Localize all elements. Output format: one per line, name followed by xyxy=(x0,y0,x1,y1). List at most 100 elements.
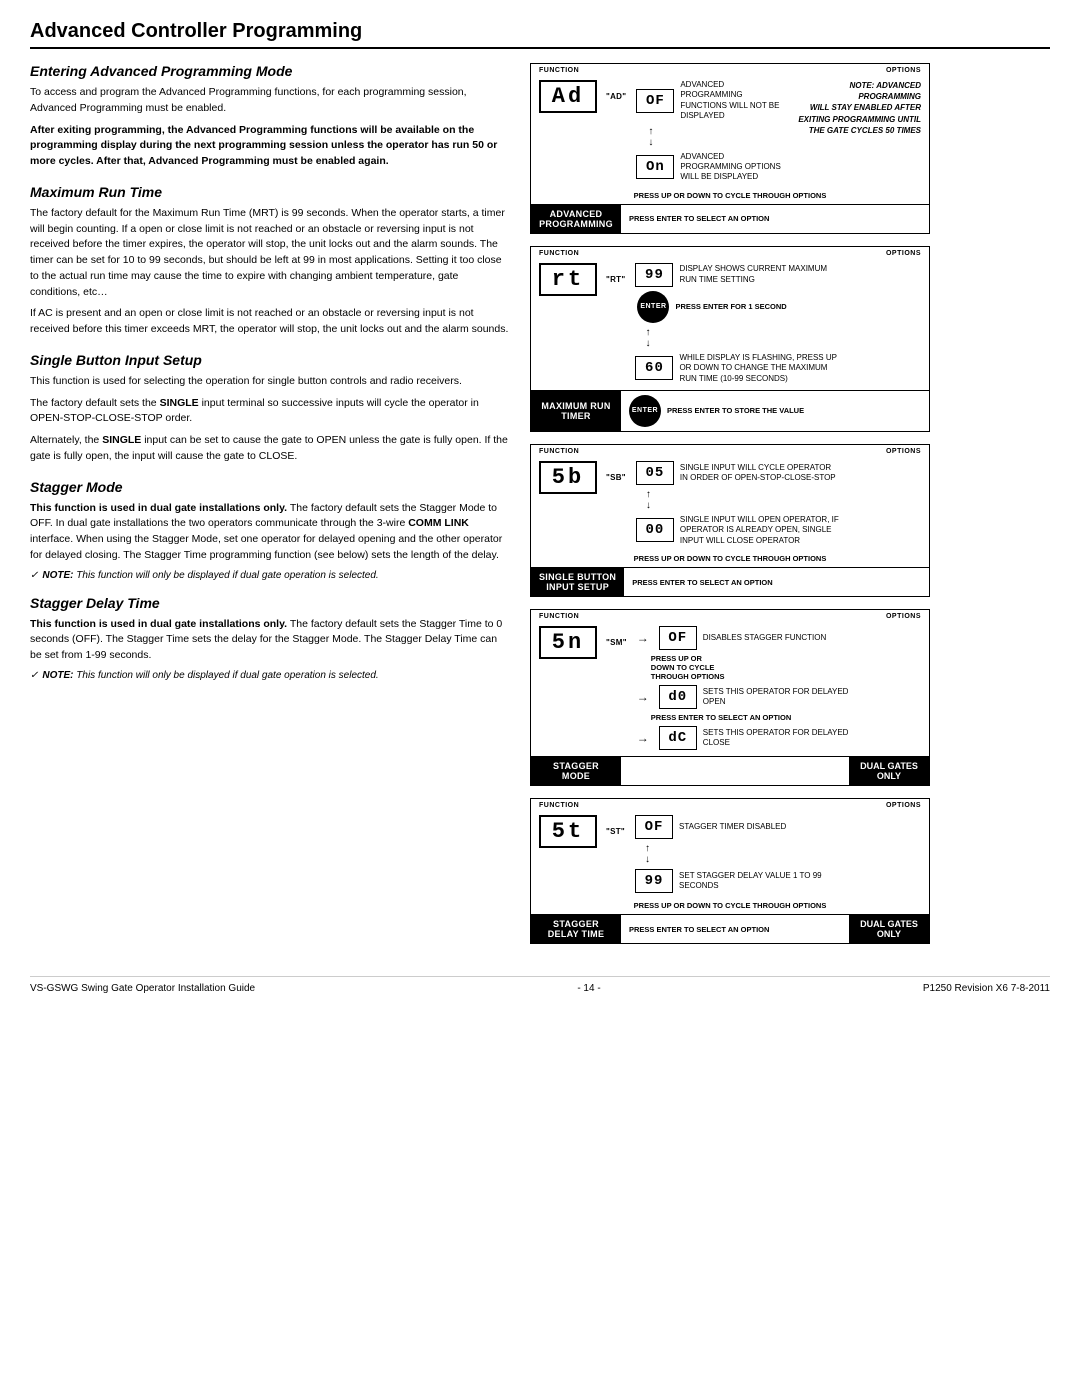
page-title: Advanced Controller Programming xyxy=(30,20,1050,49)
diag-5-footer-left: STAGGERDELAY TIME xyxy=(531,915,621,943)
diag-1-opt-1: OF ADVANCED PROGRAMMING FUNCTIONS WILL N… xyxy=(636,80,781,122)
section-body-sbi-2: The factory default sets the SINGLE inpu… xyxy=(30,396,510,428)
diag-2-func-row: rt "RT" xyxy=(539,263,625,296)
diag-4-opt-3-display: dC xyxy=(659,726,697,750)
diag-1-arrow-down: ↑ ↓ xyxy=(636,126,781,148)
diag-1-options: OF ADVANCED PROGRAMMING FUNCTIONS WILL N… xyxy=(636,80,781,183)
diagram-4-header: FUNCTION OPTIONS xyxy=(531,610,929,620)
left-column: Entering Advanced Programming Mode To ac… xyxy=(30,63,510,956)
diag-1-press-instr: PRESS UP OR DOWN TO CYCLE THROUGH OPTION… xyxy=(531,189,929,204)
diag-1-opt-2-display: On xyxy=(636,155,674,179)
diag-4-func-code: "SM" xyxy=(606,638,627,647)
diagram-sdt: FUNCTION OPTIONS 5t "ST" OF STAGG xyxy=(530,798,930,944)
diag-4-opt-3-text: SETS THIS OPERATOR FOR DELAYED CLOSE xyxy=(703,728,863,749)
diagram-3-header: FUNCTION OPTIONS xyxy=(531,445,929,455)
diag-1-note-italic: NOTE: ADVANCED PROGRAMMINGWILL STAY ENAB… xyxy=(791,80,921,136)
diag-1-footer-left: ADVANCEDPROGRAMMING xyxy=(531,205,621,233)
diag-5-vert-arrows: ↑ ↓ xyxy=(635,843,921,865)
diag-3-options: 05 SINGLE INPUT WILL CYCLE OPERATOR IN O… xyxy=(636,461,921,546)
diagram-2-inner: rt "RT" 99 DISPLAY SHOWS CURRENT MAXIMUM… xyxy=(531,257,929,390)
diag-3-left: 5b "SB" xyxy=(539,461,626,494)
diag-3-vert-arrows: ↑ ↓ xyxy=(636,489,921,511)
diag-4-func-display: 5n xyxy=(539,626,597,659)
diagram-advanced-programming: FUNCTION OPTIONS Ad "AD" OF ADVAN xyxy=(530,63,930,234)
diag-4-opt-2-text: SETS THIS OPERATOR FOR DELAYED OPEN xyxy=(703,687,863,708)
diag-5-func-row: 5t "ST" xyxy=(539,815,625,848)
diag-5-options: OF STAGGER TIMER DISABLED ↑ ↓ 99 SET STA… xyxy=(635,815,921,893)
opts-label-4: OPTIONS xyxy=(886,613,921,620)
diag-3-footer-right: PRESS ENTER TO SELECT AN OPTION xyxy=(624,568,929,596)
note-sdt: ✓ NOTE: This function will only be displ… xyxy=(30,670,510,681)
diag-5-left: 5t "ST" xyxy=(539,815,625,848)
diagram-5-header: FUNCTION OPTIONS xyxy=(531,799,929,809)
diag-2-footer-enter[interactable]: ENTER xyxy=(629,395,661,427)
diag-5-opt-2: 99 SET STAGGER DELAY VALUE 1 TO 99 SECON… xyxy=(635,869,921,893)
diag-4-opt-2-display: d0 xyxy=(659,685,697,709)
diag-1-footer-right: PRESS ENTER TO SELECT AN OPTION xyxy=(621,205,929,233)
diag-4-footer: STAGGERMODE DUAL GATESONLY xyxy=(531,756,929,785)
diag-4-footer-mid xyxy=(621,757,849,785)
diag-2-options: 99 DISPLAY SHOWS CURRENT MAXIMUM RUN TIM… xyxy=(635,263,921,384)
diag-2-opt-1-display: 99 xyxy=(635,263,673,287)
diag-3-opt-1: 05 SINGLE INPUT WILL CYCLE OPERATOR IN O… xyxy=(636,461,921,485)
footer-center: - 14 - xyxy=(577,983,600,994)
diag-2-footer: MAXIMUM RUNTIMER ENTER PRESS ENTER TO ST… xyxy=(531,390,929,431)
diag-2-func-code: "RT" xyxy=(606,275,625,284)
diag-4-footer-left: STAGGERMODE xyxy=(531,757,621,785)
right-column: FUNCTION OPTIONS Ad "AD" OF ADVAN xyxy=(530,63,930,956)
diag-4-opt-1-display: OF xyxy=(659,626,697,650)
diag-5-opt-1: OF STAGGER TIMER DISABLED xyxy=(635,815,921,839)
diagram-1-header: FUNCTION OPTIONS xyxy=(531,64,929,74)
diag-1-func-code: "AD" xyxy=(606,92,626,101)
diag-2-enter-btn[interactable]: ENTER xyxy=(637,291,669,323)
diag-4-opt-1: → OF DISABLES STAGGER FUNCTION xyxy=(637,626,921,650)
diag-4-opt-1-text: DISABLES STAGGER FUNCTION xyxy=(703,633,826,643)
diag-1-footer: ADVANCEDPROGRAMMING PRESS ENTER TO SELEC… xyxy=(531,204,929,233)
section-heading-entering: Entering Advanced Programming Mode xyxy=(30,63,510,79)
diag-2-arrows: ↑ ↓ xyxy=(643,327,652,349)
diagram-4-inner: 5n "SM" → OF DISABLES STAGGER FUNCTION P… xyxy=(531,620,929,756)
diag-5-func-code: "ST" xyxy=(606,827,625,836)
diag-1-vert-arrows: ↑ ↓ xyxy=(646,126,655,148)
diag-3-func-code: "SB" xyxy=(606,473,626,482)
section-body-sbi-1: This function is used for selecting the … xyxy=(30,374,510,390)
diagram-1-inner: Ad "AD" OF ADVANCED PROGRAMMING FUNCTION… xyxy=(531,74,929,189)
diag-5-press-instr: PRESS UP OR DOWN TO CYCLE THROUGH OPTION… xyxy=(531,899,929,914)
diag-5-opt-1-text: STAGGER TIMER DISABLED xyxy=(679,822,786,832)
diag-3-opt-2-display: 00 xyxy=(636,518,674,542)
section-heading-sdt: Stagger Delay Time xyxy=(30,595,510,611)
footer-left: VS-GSWG Swing Gate Operator Installation… xyxy=(30,983,255,994)
diag-5-func-display: 5t xyxy=(539,815,597,848)
section-body-mrt-1: The factory default for the Maximum Run … xyxy=(30,206,510,301)
func-label-2: FUNCTION xyxy=(539,250,579,257)
diag-3-func-display: 5b xyxy=(539,461,597,494)
section-body-stagger-1: This function is used in dual gate insta… xyxy=(30,501,510,564)
footer-right: P1250 Revision X6 7-8-2011 xyxy=(923,983,1050,994)
section-body-entering-2: After exiting programming, the Advanced … xyxy=(30,123,510,170)
diag-4-opt-3: → dC SETS THIS OPERATOR FOR DELAYED CLOS… xyxy=(637,726,921,750)
diag-3-opt-1-display: 05 xyxy=(636,461,674,485)
diag-2-opt-2-display: 60 xyxy=(635,356,673,380)
diag-2-opt-1: 99 DISPLAY SHOWS CURRENT MAXIMUM RUN TIM… xyxy=(635,263,921,287)
section-body-entering-1: To access and program the Advanced Progr… xyxy=(30,85,510,117)
section-body-mrt-2: If AC is present and an open or close li… xyxy=(30,306,510,338)
section-body-sdt-1: This function is used in dual gate insta… xyxy=(30,617,510,664)
diag-1-func-row: Ad "AD" xyxy=(539,80,626,113)
page-footer: VS-GSWG Swing Gate Operator Installation… xyxy=(30,976,1050,994)
diag-2-footer-left: MAXIMUM RUNTIMER xyxy=(531,391,621,431)
diag-1-opt-1-text: ADVANCED PROGRAMMING FUNCTIONS WILL NOT … xyxy=(680,80,781,122)
section-heading-stagger: Stagger Mode xyxy=(30,479,510,495)
func-label-5: FUNCTION xyxy=(539,802,579,809)
diag-5-opt-2-display: 99 xyxy=(635,869,673,893)
diag-5-opt-2-text: SET STAGGER DELAY VALUE 1 TO 99 SECONDS xyxy=(679,871,839,892)
diag-2-opt-2: 60 WHILE DISPLAY IS FLASHING, PRESS UP O… xyxy=(635,353,921,384)
diag-4-opt-2: → d0 SETS THIS OPERATOR FOR DELAYED OPEN xyxy=(637,685,921,709)
diag-2-footer-right: ENTER PRESS ENTER TO STORE THE VALUE xyxy=(621,391,929,431)
diagram-mrt: FUNCTION OPTIONS rt "RT" 99 DISPL xyxy=(530,246,930,432)
func-label-4: FUNCTION xyxy=(539,613,579,620)
diag-2-opt-1-text: DISPLAY SHOWS CURRENT MAXIMUM RUN TIME S… xyxy=(679,264,839,285)
diagram-3-inner: 5b "SB" 05 SINGLE INPUT WILL CYCLE OPERA… xyxy=(531,455,929,552)
diag-2-opt-2-text: WHILE DISPLAY IS FLASHING, PRESS UP OR D… xyxy=(679,353,839,384)
func-label-1: FUNCTION xyxy=(539,67,579,74)
func-label-3: FUNCTION xyxy=(539,448,579,455)
